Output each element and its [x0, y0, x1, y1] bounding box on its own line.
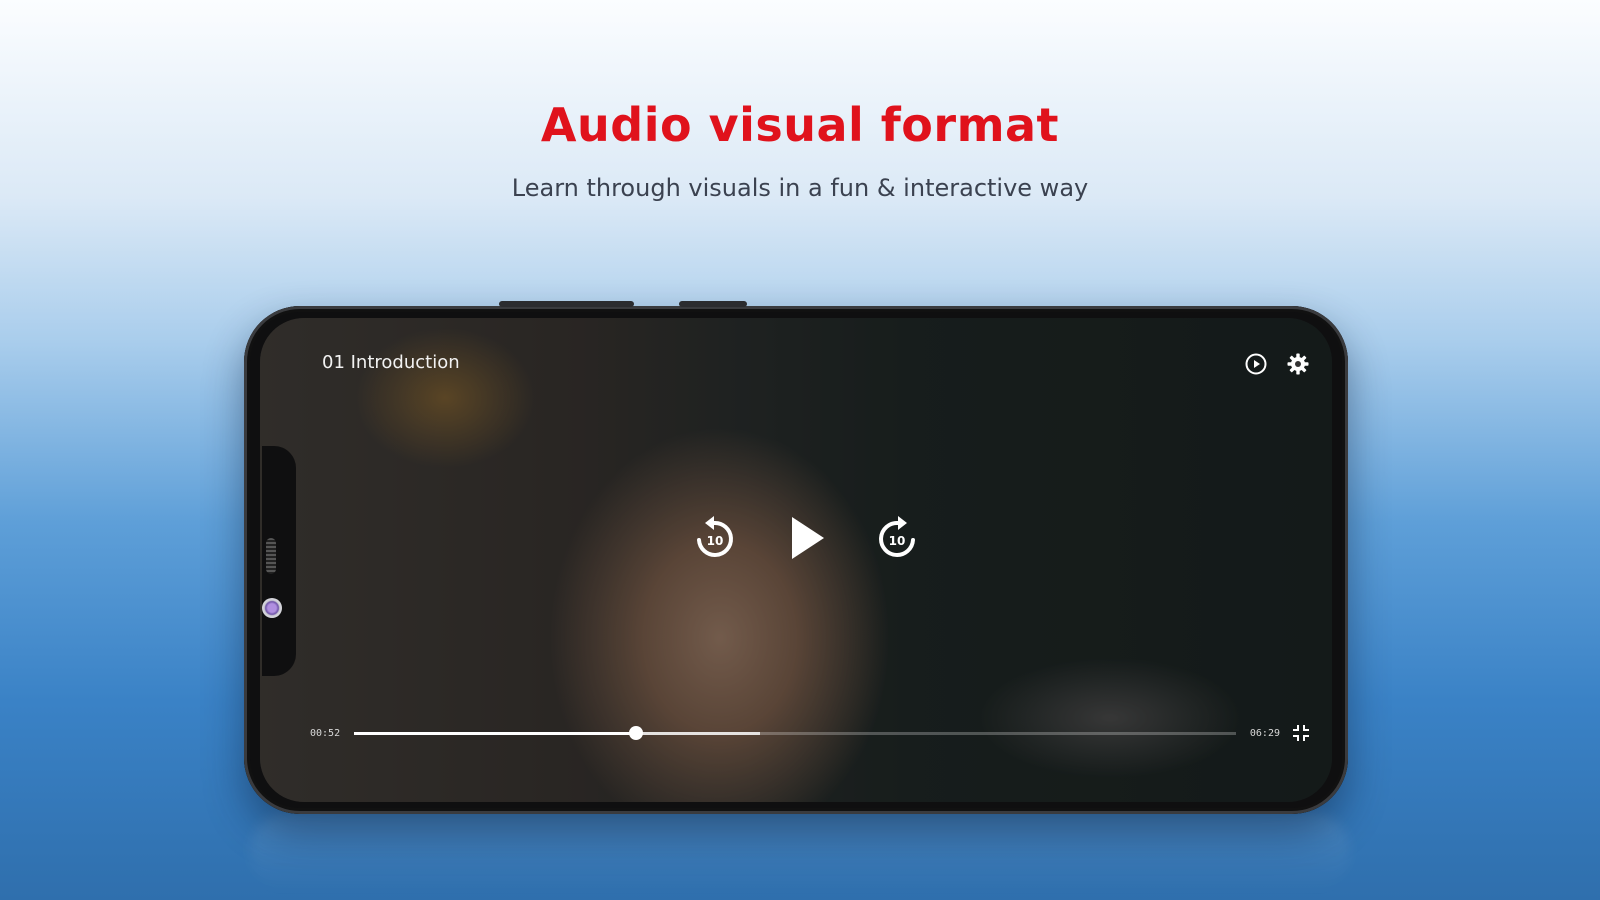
phone-reflection	[250, 812, 1350, 892]
volume-button	[499, 301, 634, 307]
forward-10-icon[interactable]: 10	[872, 512, 924, 564]
exit-fullscreen-icon[interactable]	[1290, 722, 1312, 744]
current-time: 00:52	[310, 727, 341, 739]
replay-10-icon[interactable]: 10	[688, 512, 740, 564]
played-progress	[354, 731, 637, 735]
headline: Audio visual format	[540, 98, 1060, 152]
playback-speed-icon[interactable]	[1242, 350, 1270, 378]
gear-icon[interactable]	[1284, 350, 1312, 378]
front-camera	[262, 598, 282, 618]
seek-bar-row: 00:52 06:29	[310, 723, 1312, 743]
earpiece-speaker	[266, 538, 276, 574]
player-top-controls	[1242, 350, 1312, 378]
duration: 06:29	[1249, 727, 1280, 739]
video-player[interactable]: 01 Introduction 10 10 00:52 06:29	[260, 318, 1332, 802]
forward-seconds: 10	[889, 534, 906, 548]
playback-controls: 10 10	[280, 512, 1332, 564]
video-title: 01 Introduction	[322, 352, 460, 373]
phone-mockup: 01 Introduction 10 10 00:52 06:29	[244, 301, 1348, 814]
play-icon[interactable]	[780, 512, 832, 564]
subheadline: Learn through visuals in a fun & interac…	[511, 174, 1089, 202]
seek-thumb[interactable]	[629, 725, 644, 740]
seek-bar[interactable]	[354, 725, 1236, 740]
power-button	[679, 301, 747, 307]
rewind-seconds: 10	[707, 534, 724, 548]
